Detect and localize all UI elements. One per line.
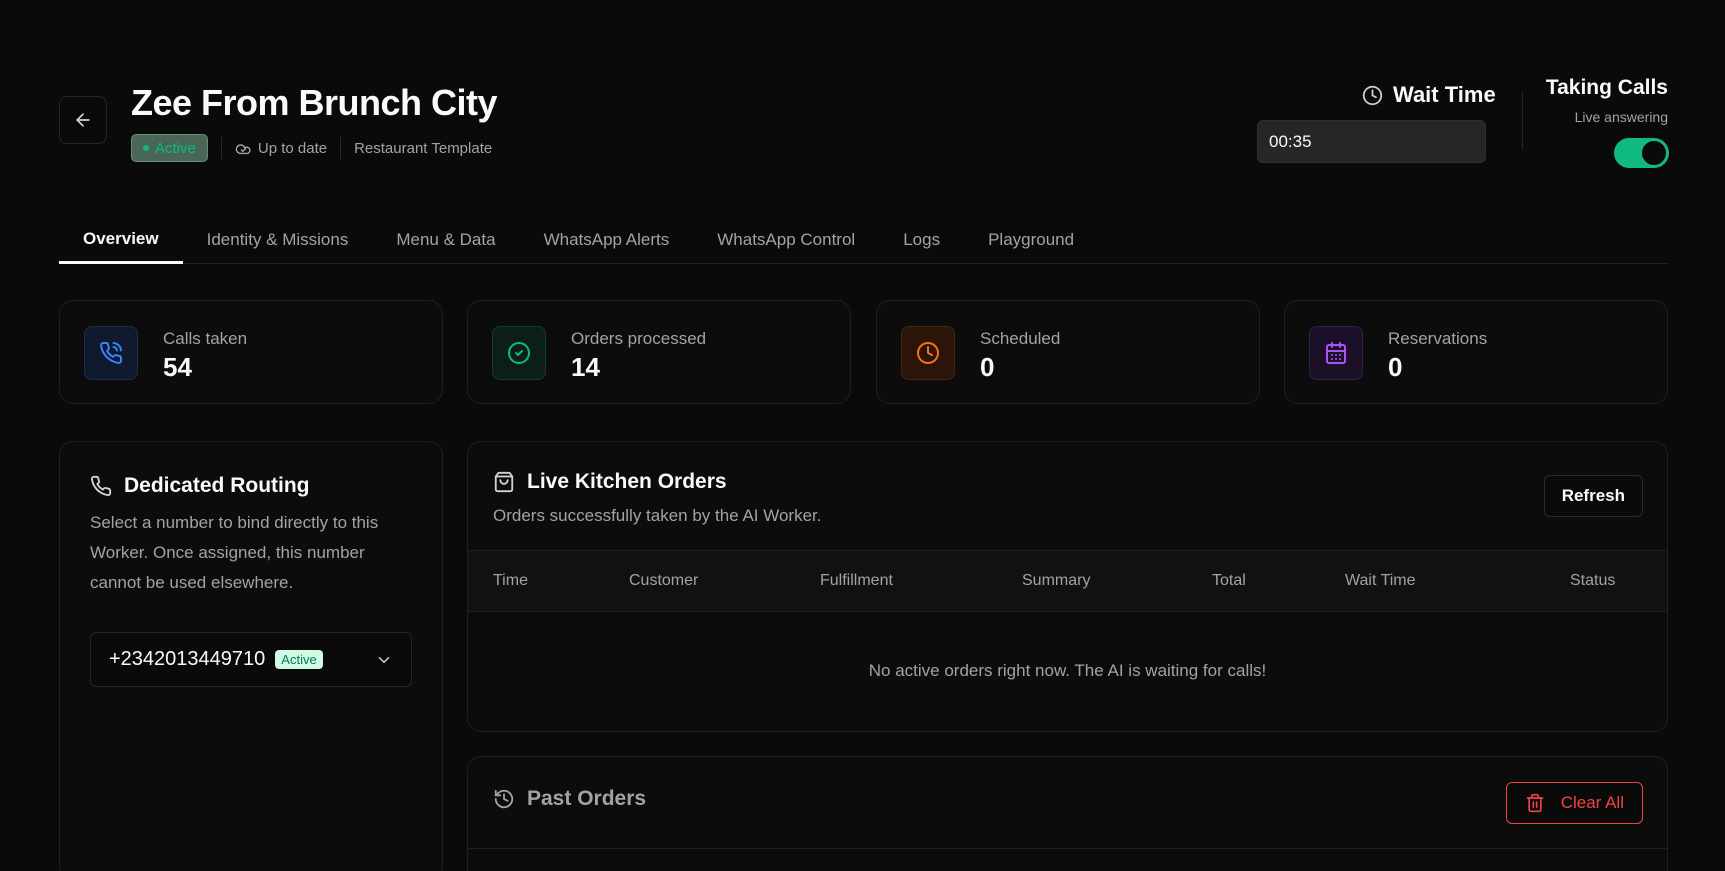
tab-playground[interactable]: Playground [964, 216, 1098, 264]
status-badge: Active [131, 134, 208, 162]
sync-label: Up to date [257, 139, 328, 157]
column-header: Summary [1022, 572, 1091, 589]
tab-menu-data[interactable]: Menu & Data [372, 216, 519, 264]
calendar-icon [1309, 326, 1363, 380]
status-dot-icon [143, 145, 149, 151]
clock-icon [901, 326, 955, 380]
stat-card-orders: Orders processed 14 [467, 300, 851, 404]
agent-meta: Active Up to date Restaurant Template [131, 134, 492, 162]
page-title: Zee From Brunch City [131, 82, 498, 123]
live-orders-title-text: Live Kitchen Orders [527, 470, 727, 493]
stat-label: Calls taken [163, 329, 248, 348]
status-label: Active [155, 139, 196, 157]
taking-calls-panel: Taking Calls Live answering [1546, 76, 1668, 125]
cloud-check-icon [235, 143, 251, 154]
phone-call-icon [84, 326, 138, 380]
tab-identity-missions[interactable]: Identity & Missions [183, 216, 373, 264]
orders-table-header: Time Customer Fulfillment Summary Total … [468, 550, 1667, 612]
past-orders-table-header [468, 848, 1667, 871]
wait-time-input[interactable]: 00:35 [1257, 120, 1486, 163]
column-header: Customer [629, 572, 699, 589]
sync-status: Up to date [235, 140, 327, 157]
column-header: Status [1570, 572, 1616, 589]
template-label: Restaurant Template [354, 139, 493, 157]
stat-label: Scheduled [980, 329, 1061, 348]
taking-calls-toggle[interactable] [1614, 138, 1669, 168]
empty-orders-message: No active orders right now. The AI is wa… [868, 661, 1267, 680]
column-header: Fulfillment [820, 572, 893, 589]
divider [1522, 92, 1523, 150]
stat-value: 14 [571, 352, 600, 382]
routing-description: Select a number to bind directly to this… [90, 513, 379, 592]
phone-number-select[interactable]: +2342013449710 Active [90, 632, 412, 687]
chevron-down-icon [375, 651, 393, 669]
trash-icon [1526, 793, 1544, 813]
taking-calls-title: Taking Calls [1545, 76, 1668, 99]
column-header: Wait Time [1345, 572, 1416, 589]
taking-calls-subtitle: Live answering [1574, 109, 1668, 125]
routing-title: Dedicated Routing [90, 474, 310, 498]
column-header: Total [1212, 572, 1246, 589]
stat-value: 0 [980, 352, 995, 382]
stat-card-scheduled: Scheduled 0 [876, 300, 1260, 404]
past-orders-title-text: Past Orders [527, 787, 647, 810]
toggle-knob [1642, 141, 1666, 165]
stat-value: 0 [1388, 352, 1403, 382]
wait-time-label: Wait Time [1362, 82, 1496, 108]
refresh-button[interactable]: Refresh [1543, 475, 1643, 517]
past-orders-title: Past Orders [493, 787, 646, 811]
tab-whatsapp-control[interactable]: WhatsApp Control [693, 216, 879, 264]
divider [220, 137, 222, 159]
stat-value: 54 [163, 352, 192, 382]
phone-icon [91, 475, 112, 496]
live-kitchen-orders-card: Live Kitchen Orders Orders successfully … [467, 441, 1668, 732]
back-button[interactable] [59, 96, 107, 144]
history-icon [494, 789, 514, 809]
arrow-left-icon [76, 113, 90, 127]
stat-label: Reservations [1388, 329, 1488, 348]
live-orders-subtitle: Orders successfully taken by the AI Work… [493, 506, 822, 525]
stat-label: Orders processed [571, 329, 707, 348]
clock-icon [1362, 85, 1383, 105]
divider [340, 137, 342, 159]
routing-title-text: Dedicated Routing [124, 474, 310, 497]
wait-time-title: Wait Time [1393, 82, 1496, 107]
shopping-bag-icon [494, 471, 514, 493]
tab-logs[interactable]: Logs [879, 216, 964, 264]
stat-card-calls: Calls taken 54 [59, 300, 443, 404]
tab-overview[interactable]: Overview [59, 216, 183, 264]
selected-number: +2342013449710 [109, 648, 266, 670]
clear-all-label: Clear All [1560, 793, 1624, 812]
tab-whatsapp-alerts[interactable]: WhatsApp Alerts [520, 216, 694, 264]
past-orders-card: Past Orders Clear All [467, 756, 1668, 871]
agent-overview-page: Zee From Brunch City Active Up to date R… [0, 0, 1725, 871]
live-orders-title: Live Kitchen Orders [493, 470, 727, 494]
number-status-badge: Active [275, 650, 323, 669]
stat-card-reservations: Reservations 0 [1284, 300, 1668, 404]
column-header: Time [493, 572, 528, 589]
clear-all-button[interactable]: Clear All [1505, 782, 1643, 824]
tab-bar: Overview Identity & Missions Menu & Data… [59, 216, 1668, 264]
dedicated-routing-card: Dedicated Routing Select a number to bin… [59, 441, 443, 871]
check-circle-icon [492, 326, 546, 380]
